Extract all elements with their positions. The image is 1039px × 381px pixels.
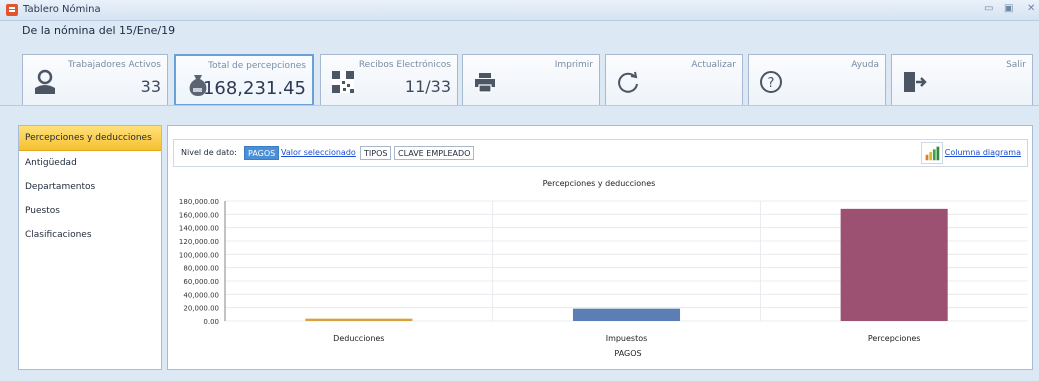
period-label: De la nómina del 15/Ene/19 (22, 24, 176, 37)
chip-selected-value[interactable]: Valor seleccionado (280, 146, 357, 160)
sidebar: Percepciones y deducciones Antigüedad De… (18, 125, 162, 370)
column-chart-icon[interactable] (921, 142, 943, 164)
tile-value: 33 (140, 77, 161, 96)
window-title: Tablero Nómina (23, 4, 101, 15)
app-window: Tablero Nómina ▭ ▣ ✕ De la nómina del 15… (0, 0, 1039, 381)
y-tick-label: 160,000.00 (179, 211, 219, 219)
bar-deducciones[interactable] (305, 318, 413, 321)
tile-value: 168,231.45 (202, 78, 306, 99)
sidebar-item-positions[interactable]: Puestos (19, 199, 161, 223)
chart-title: Percepciones y deducciones (543, 179, 656, 188)
x-tick-label: Impuestos (606, 334, 648, 343)
sidebar-item-departments[interactable]: Departamentos (19, 175, 161, 199)
electronic-receipts-tile[interactable]: Recibos Electrónicos 11/33 (320, 54, 458, 106)
exit-icon (904, 72, 927, 92)
sidebar-item-seniority[interactable]: Antigüedad (19, 151, 161, 175)
column-diagram-link[interactable]: Columna diagrama (945, 148, 1021, 157)
chip-employee-key[interactable]: CLAVE EMPLEADO (394, 146, 475, 160)
refresh-button[interactable]: Actualizar (605, 54, 743, 106)
chip-tipos[interactable]: TIPOS (360, 146, 392, 160)
tile-label: Ayuda (851, 60, 879, 70)
y-tick-label: 20,000.00 (183, 305, 219, 313)
y-tick-label: 0.00 (203, 318, 219, 326)
data-level-label: Nivel de dato: (181, 148, 237, 157)
main-panel: Nivel de dato: PAGOS Valor seleccionado … (167, 125, 1033, 370)
y-tick-label: 100,000.00 (179, 251, 219, 259)
y-tick-label: 180,000.00 (179, 198, 219, 206)
tile-label: Total de percepciones (208, 61, 306, 71)
y-tick-label: 80,000.00 (183, 265, 219, 273)
x-tick-label: Deducciones (333, 334, 384, 343)
print-button[interactable]: Imprimir (462, 54, 600, 106)
tile-value: 11/33 (404, 77, 451, 96)
refresh-icon (618, 71, 638, 93)
tile-label: Actualizar (691, 60, 736, 70)
sidebar-item-perceptions[interactable]: Percepciones y deducciones (19, 126, 161, 151)
tile-label: Imprimir (554, 60, 593, 70)
y-tick-label: 60,000.00 (183, 278, 219, 286)
x-tick-label: Percepciones (868, 334, 921, 343)
help-button[interactable]: ? Ayuda (748, 54, 886, 106)
qr-code-icon (332, 71, 354, 93)
close-icon[interactable]: ✕ (1027, 3, 1035, 14)
y-tick-label: 40,000.00 (183, 291, 219, 299)
y-tick-label: 140,000.00 (179, 225, 219, 233)
svg-text:?: ? (768, 76, 775, 91)
bar-impuestos[interactable] (572, 308, 681, 321)
ribbon-separator (0, 105, 1039, 106)
active-workers-tile[interactable]: Trabajadores Activos 33 (22, 54, 168, 106)
tile-label: Trabajadores Activos (68, 60, 161, 70)
total-perceptions-tile[interactable]: Total de percepciones 168,231.45 (174, 54, 314, 106)
maximize-icon[interactable]: ▣ (1004, 3, 1013, 14)
worker-icon (35, 69, 55, 94)
x-axis-label: PAGOS (614, 349, 641, 358)
title-bar: Tablero Nómina ▭ ▣ ✕ (0, 0, 1039, 21)
perceptions-chart: Percepciones y deducciones 180,000.00 160… (179, 179, 1028, 358)
data-level-toolbar: Nivel de dato: PAGOS Valor seleccionado … (173, 139, 1028, 167)
tile-label: Salir (1006, 60, 1026, 70)
printer-icon (475, 73, 495, 93)
exit-button[interactable]: Salir (891, 54, 1033, 106)
sidebar-item-classifications[interactable]: Clasificaciones (19, 223, 161, 247)
chip-pagos[interactable]: PAGOS (244, 146, 280, 160)
help-icon: ? (760, 71, 782, 93)
app-icon (6, 4, 18, 16)
bar-percepciones[interactable] (840, 208, 948, 321)
tile-label: Recibos Electrónicos (358, 60, 451, 70)
minimize-icon[interactable]: ▭ (984, 3, 993, 14)
y-tick-label: 120,000.00 (179, 238, 219, 246)
